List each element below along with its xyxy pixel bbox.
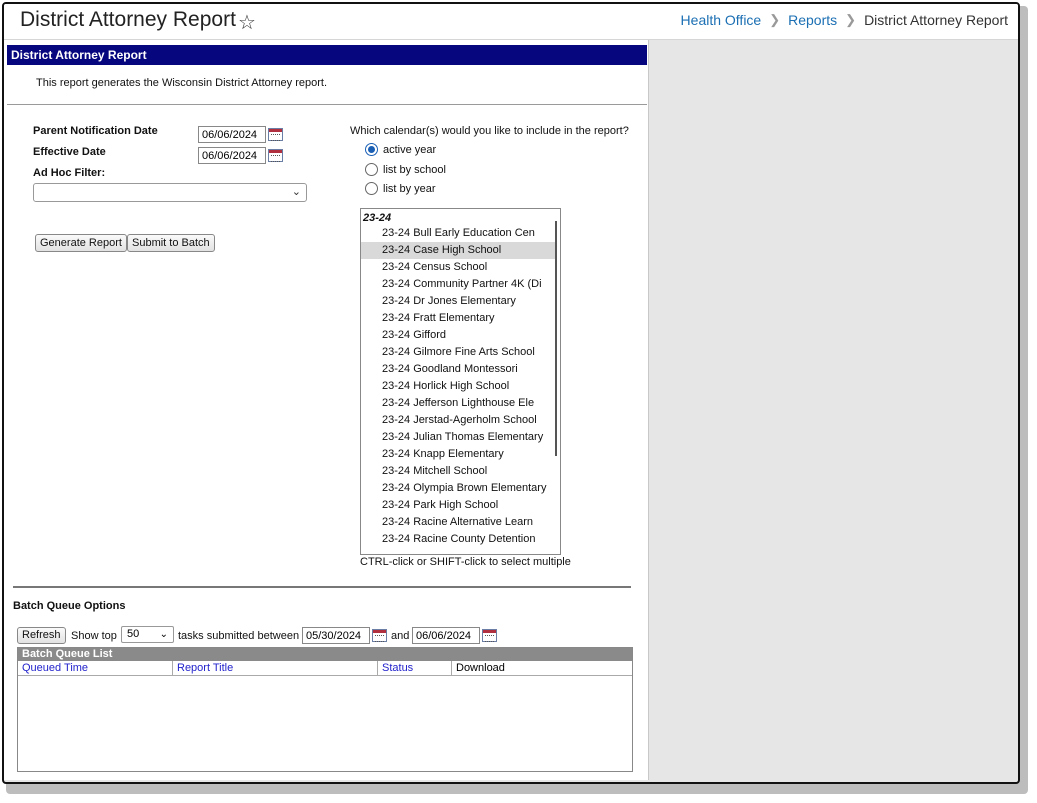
listbox-item[interactable]: 23-24 Census School bbox=[361, 259, 536, 276]
panel-description: This report generates the Wisconsin Dist… bbox=[36, 77, 328, 89]
top-bar: District Attorney Report ☆ Health Office… bbox=[4, 4, 1018, 40]
calendar-listbox[interactable]: 23-24 23-24 Bull Early Education Cen 23-2… bbox=[360, 208, 561, 555]
effective-date-label: Effective Date bbox=[33, 146, 106, 158]
radio-list-by-school[interactable]: list by school bbox=[365, 163, 446, 176]
report-panel: District Attorney Report This report gen… bbox=[4, 40, 649, 780]
listbox-item[interactable]: 23-24 Community Partner 4K (Di bbox=[361, 276, 542, 293]
column-report-title[interactable]: Report Title bbox=[173, 661, 378, 675]
radio-label: list by school bbox=[383, 163, 446, 176]
show-top-label: Show top bbox=[71, 630, 117, 642]
listbox-item[interactable]: 23-24 Julian Thomas Elementary bbox=[361, 429, 543, 446]
adhoc-filter-label: Ad Hoc Filter: bbox=[33, 167, 106, 179]
listbox-item[interactable]: 23-24 Jerstad-Agerholm School bbox=[361, 412, 537, 429]
breadcrumb-current: District Attorney Report bbox=[864, 12, 1008, 28]
generate-report-button[interactable]: Generate Report bbox=[35, 234, 127, 252]
show-top-select[interactable]: 50 ⌄ bbox=[121, 626, 174, 643]
calendar-question: Which calendar(s) would you like to incl… bbox=[350, 125, 629, 137]
listbox-item[interactable]: 23-24 Racine County Detention bbox=[361, 531, 536, 548]
refresh-button[interactable]: Refresh bbox=[17, 627, 66, 644]
batch-queue-title: Batch Queue Options bbox=[13, 600, 126, 612]
calendar-icon[interactable] bbox=[482, 629, 497, 642]
listbox-item[interactable]: 23-24 Case High School bbox=[361, 242, 556, 259]
divider bbox=[13, 586, 631, 588]
breadcrumb-health-office[interactable]: Health Office bbox=[681, 12, 762, 28]
batch-queue-list: Batch Queue List Queued Time Report Titl… bbox=[17, 647, 633, 772]
listbox-item[interactable]: 23-24 Mitchell School bbox=[361, 463, 536, 480]
parent-notification-label: Parent Notification Date bbox=[33, 125, 158, 137]
listbox-group-label: 23-24 bbox=[363, 212, 392, 224]
effective-date-input[interactable]: 06/06/2024 bbox=[198, 147, 266, 164]
listbox-scrollbar[interactable] bbox=[555, 221, 557, 456]
adhoc-filter-select[interactable]: ⌄ bbox=[33, 183, 307, 202]
listbox-item[interactable]: 23-24 Fratt Elementary bbox=[361, 310, 536, 327]
column-queued-time[interactable]: Queued Time bbox=[18, 661, 173, 675]
radio-label: list by year bbox=[383, 182, 436, 195]
radio-list-by-year[interactable]: list by year bbox=[365, 182, 436, 195]
batch-start-date-input[interactable]: 05/30/2024 bbox=[302, 627, 370, 644]
radio-button[interactable] bbox=[365, 182, 378, 195]
between-label: tasks submitted between bbox=[178, 630, 300, 642]
calendar-icon[interactable] bbox=[372, 629, 387, 642]
listbox-item[interactable]: 23-24 Knapp Elementary bbox=[361, 446, 536, 463]
radio-active-year[interactable]: active year bbox=[365, 143, 436, 156]
listbox-item[interactable]: 23-24 Goodland Montessori bbox=[361, 361, 536, 378]
parent-notification-date-input[interactable]: 06/06/2024 bbox=[198, 126, 266, 143]
app-window: District Attorney Report ☆ Health Office… bbox=[2, 2, 1020, 784]
listbox-item[interactable]: 23-24 Park High School bbox=[361, 497, 536, 514]
divider bbox=[7, 104, 647, 105]
and-label: and bbox=[391, 630, 410, 642]
chevron-down-icon: ⌄ bbox=[159, 629, 168, 640]
listbox-item[interactable]: 23-24 Bull Early Education Cen bbox=[361, 225, 536, 242]
batch-queue-list-title: Batch Queue List bbox=[18, 648, 632, 661]
listbox-item[interactable]: 23-24 Gilmore Fine Arts School bbox=[361, 344, 536, 361]
breadcrumb-reports[interactable]: Reports bbox=[788, 12, 837, 28]
breadcrumb: Health Office ❯ Reports ❯ District Attor… bbox=[681, 12, 1008, 28]
listbox-item[interactable]: 23-24 Dr Jones Elementary bbox=[361, 293, 536, 310]
radio-button[interactable] bbox=[365, 163, 378, 176]
column-status[interactable]: Status bbox=[378, 661, 452, 675]
listbox-item[interactable]: 23-24 Olympia Brown Elementary bbox=[361, 480, 546, 497]
listbox-item[interactable]: 23-24 Jefferson Lighthouse Ele bbox=[361, 395, 536, 412]
calendar-icon[interactable] bbox=[268, 128, 283, 141]
chevron-right-icon: ❯ bbox=[845, 12, 857, 27]
column-download: Download bbox=[456, 662, 505, 674]
listbox-item[interactable]: 23-24 Horlick High School bbox=[361, 378, 536, 395]
chevron-down-icon: ⌄ bbox=[291, 186, 301, 198]
radio-button[interactable] bbox=[365, 143, 378, 156]
multi-select-hint: CTRL-click or SHIFT-click to select mult… bbox=[360, 556, 571, 568]
radio-label: active year bbox=[383, 143, 437, 156]
batch-end-date-input[interactable]: 06/06/2024 bbox=[412, 627, 480, 644]
panel-header: District Attorney Report bbox=[7, 45, 647, 65]
page-title: District Attorney Report bbox=[20, 8, 236, 31]
batch-queue-columns: Queued Time Report Title Status Download bbox=[18, 661, 632, 676]
star-icon[interactable]: ☆ bbox=[238, 10, 256, 35]
show-top-value: 50 bbox=[127, 628, 140, 640]
calendar-icon[interactable] bbox=[268, 149, 283, 162]
submit-to-batch-button[interactable]: Submit to Batch bbox=[127, 234, 215, 252]
chevron-right-icon: ❯ bbox=[769, 12, 781, 27]
listbox-item[interactable]: 23-24 Racine Alternative Learn bbox=[361, 514, 536, 531]
listbox-items: 23-24 Bull Early Education Cen 23-24 Case… bbox=[361, 225, 560, 548]
listbox-item[interactable]: 23-24 Gifford bbox=[361, 327, 536, 344]
